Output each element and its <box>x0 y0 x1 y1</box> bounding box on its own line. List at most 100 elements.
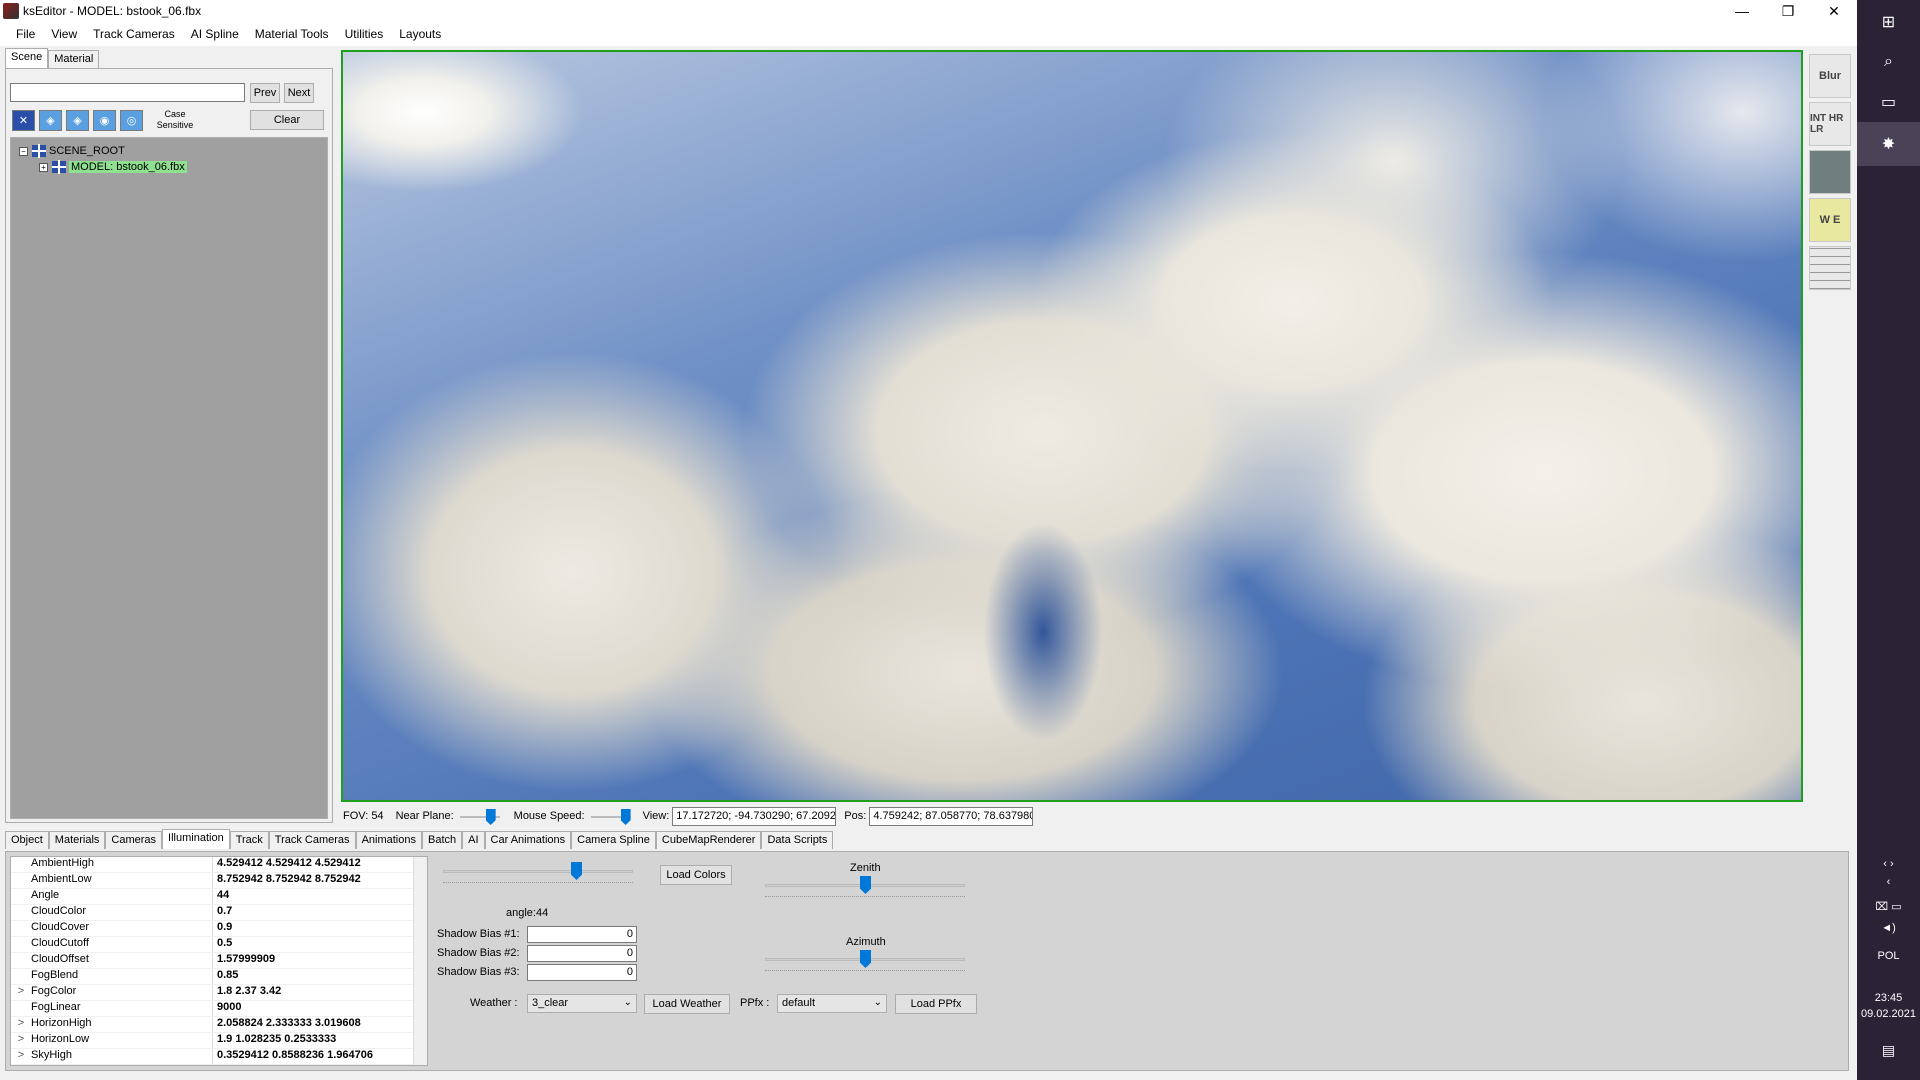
notifications-icon[interactable]: ▤ <box>1857 1042 1920 1059</box>
clear-button[interactable]: Clear <box>250 110 324 130</box>
property-value[interactable]: 0.9 <box>213 921 232 936</box>
3d-viewport[interactable] <box>341 50 1803 802</box>
tree-node-model[interactable]: + MODEL: bstook_06.fbx <box>39 160 187 174</box>
maximize-button[interactable]: ❐ <box>1765 0 1811 22</box>
property-value[interactable]: 0.5 <box>213 937 232 952</box>
language-indicator[interactable]: POL <box>1857 950 1920 962</box>
shadow-bias-3-field[interactable]: 0 <box>527 964 637 981</box>
property-value[interactable]: 0.85 <box>213 969 238 984</box>
menu-layouts[interactable]: Layouts <box>391 27 449 41</box>
expand-icon[interactable] <box>11 1001 31 1016</box>
property-row[interactable]: CloudOffset 1.57999909 <box>11 953 415 969</box>
expand-icon[interactable] <box>11 889 31 904</box>
expand-icon[interactable] <box>11 969 31 984</box>
mouse-speed-slider[interactable] <box>590 809 631 825</box>
expand-icon[interactable] <box>11 937 31 952</box>
load-weather-button[interactable]: Load Weather <box>644 994 730 1014</box>
tree-expander[interactable]: + <box>39 162 48 172</box>
property-value[interactable]: 1.8 2.37 3.42 <box>213 985 281 1000</box>
angle-slider[interactable] <box>443 862 633 883</box>
expand-icon[interactable]: > <box>11 985 31 1000</box>
tab-track[interactable]: Track <box>229 831 269 849</box>
view-field[interactable]: 17.172720; -94.730290; 67.20924 <box>672 806 837 826</box>
tab-ai[interactable]: AI <box>462 831 485 849</box>
load-colors-button[interactable]: Load Colors <box>660 865 732 885</box>
minimize-button[interactable]: — <box>1719 0 1765 22</box>
chevron-left-icon[interactable]: ‹ <box>1857 876 1920 888</box>
load-ppfx-button[interactable]: Load PPfx <box>895 994 977 1014</box>
scroll-arrows-icon[interactable]: ‹ › <box>1857 858 1920 870</box>
task-view-icon[interactable]: ▭ <box>1857 80 1920 124</box>
property-value[interactable]: 4.529412 4.529412 4.529412 <box>213 857 361 872</box>
property-value[interactable]: 44 <box>213 889 229 904</box>
near-plane-slider[interactable] <box>459 809 500 825</box>
tree-expander[interactable]: − <box>19 146 28 156</box>
next-button[interactable]: Next <box>284 83 314 103</box>
tab-track-cameras[interactable]: Track Cameras <box>268 831 356 849</box>
tab-animations[interactable]: Animations <box>355 831 422 849</box>
tab-batch[interactable]: Batch <box>421 831 463 849</box>
tab-scene[interactable]: Scene <box>5 48 49 68</box>
int-hr-lr-tool-icon[interactable]: INT HR LR <box>1809 102 1851 146</box>
property-row[interactable]: > FogColor 1.8 2.37 3.42 <box>11 985 415 1001</box>
clock-date[interactable]: 09.02.2021 <box>1857 1008 1920 1020</box>
menu-view[interactable]: View <box>43 27 85 41</box>
blur-tool-icon[interactable]: Blur <box>1809 54 1851 98</box>
case-sensitive-label[interactable]: Case Sensitive <box>150 109 200 131</box>
property-row[interactable]: CloudColor 0.7 <box>11 905 415 921</box>
tab-camera-spline[interactable]: Camera Spline <box>571 831 656 849</box>
we-tool-icon[interactable]: W E <box>1809 198 1851 242</box>
menu-file[interactable]: File <box>8 27 43 41</box>
property-value[interactable]: 1.9 1.028235 0.2533333 <box>213 1033 336 1048</box>
pos-field[interactable]: 4.759242; 87.058770; 78.637980 <box>869 806 1034 826</box>
zenith-slider[interactable] <box>765 876 965 897</box>
property-row[interactable]: CloudCutoff 0.5 <box>11 937 415 953</box>
expand-icon[interactable] <box>11 921 31 936</box>
property-row[interactable]: FogLinear 9000 <box>11 1001 415 1017</box>
property-value[interactable]: 2.058824 2.333333 3.019608 <box>213 1017 361 1032</box>
grid-tool-icon[interactable] <box>1809 246 1851 290</box>
property-row[interactable]: AmbientLow 8.752942 8.752942 8.752942 <box>11 873 415 889</box>
panels-tool-icon[interactable] <box>1809 150 1851 194</box>
property-row[interactable]: > HorizonHigh 2.058824 2.333333 3.019608 <box>11 1017 415 1033</box>
filter-node-icon[interactable]: ◈ <box>66 110 89 131</box>
tab-object[interactable]: Object <box>5 831 49 849</box>
kseditor-taskbar-icon[interactable]: ✸ <box>1857 122 1920 166</box>
close-button[interactable]: ✕ <box>1811 0 1857 22</box>
filter-all-icon[interactable]: ✕ <box>12 110 35 131</box>
tab-cameras[interactable]: Cameras <box>105 831 163 849</box>
expand-icon[interactable]: > <box>11 1049 31 1064</box>
windows-start-icon[interactable]: ⊞ <box>1857 0 1920 44</box>
property-row[interactable]: AmbientHigh 4.529412 4.529412 4.529412 <box>11 857 415 873</box>
azimuth-slider[interactable] <box>765 950 965 971</box>
weather-select[interactable]: 3_clear ⌄ <box>527 994 637 1013</box>
volume-icon[interactable]: ◄) <box>1857 922 1920 934</box>
search-icon[interactable]: ⌕ <box>1857 40 1920 84</box>
expand-icon[interactable] <box>11 905 31 920</box>
property-row[interactable]: CloudCover 0.9 <box>11 921 415 937</box>
menu-material-tools[interactable]: Material Tools <box>247 27 337 41</box>
property-row[interactable]: Angle 44 <box>11 889 415 905</box>
network-icon[interactable]: ⌧ ▭ <box>1857 900 1920 913</box>
property-value[interactable]: 9000 <box>213 1001 241 1016</box>
shadow-bias-1-field[interactable]: 0 <box>527 926 637 943</box>
tab-materials[interactable]: Materials <box>48 831 106 849</box>
filter-texture-icon[interactable]: ◎ <box>120 110 143 131</box>
shadow-bias-2-field[interactable]: 0 <box>527 945 637 962</box>
property-value[interactable]: 1.57999909 <box>213 953 275 968</box>
expand-icon[interactable] <box>11 953 31 968</box>
tab-cubemaprenderer[interactable]: CubeMapRenderer <box>655 831 762 849</box>
property-row[interactable]: > HorizonLow 1.9 1.028235 0.2533333 <box>11 1033 415 1049</box>
property-row[interactable]: FogBlend 0.85 <box>11 969 415 985</box>
property-value[interactable]: 0.3529412 0.8588236 1.964706 <box>213 1049 373 1064</box>
filter-material-icon[interactable]: ◉ <box>93 110 116 131</box>
menu-track-cameras[interactable]: Track Cameras <box>85 27 183 41</box>
filter-mesh-icon[interactable]: ◈ <box>39 110 62 131</box>
tree-node-scene-root[interactable]: − SCENE_ROOT <box>19 144 125 158</box>
prev-button[interactable]: Prev <box>250 83 280 103</box>
expand-icon[interactable]: > <box>11 1017 31 1032</box>
clock-time[interactable]: 23:45 <box>1857 992 1920 1004</box>
ppfx-select[interactable]: default ⌄ <box>777 994 887 1013</box>
tab-material[interactable]: Material <box>48 50 100 68</box>
tab-data-scripts[interactable]: Data Scripts <box>761 831 834 849</box>
